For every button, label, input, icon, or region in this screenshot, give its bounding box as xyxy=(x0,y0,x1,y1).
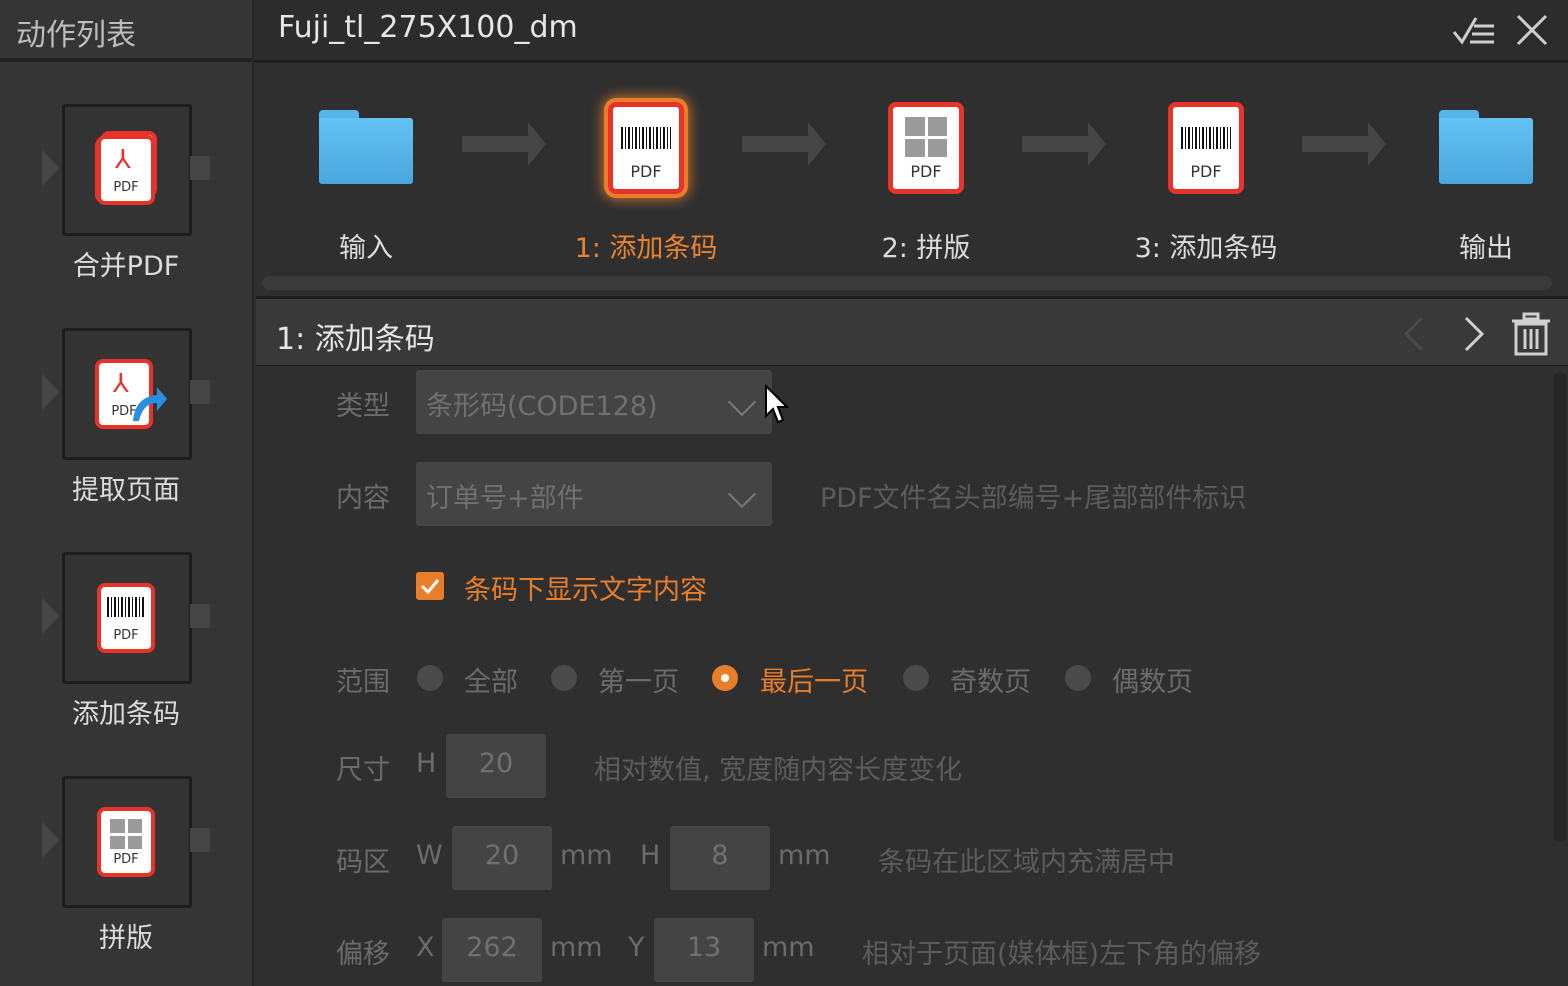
barcode-content-select[interactable]: 订单号+部件 xyxy=(416,462,772,526)
output-port xyxy=(190,828,210,852)
flow-arrow xyxy=(462,122,546,166)
output-port xyxy=(190,380,210,404)
select-value: 订单号+部件 xyxy=(426,483,584,514)
unit-label: mm xyxy=(762,932,815,963)
size-hint: 相对数值, 宽度随内容长度变化 xyxy=(594,755,963,786)
input-port xyxy=(42,822,60,858)
unit-label: mm xyxy=(550,932,603,963)
folder-icon xyxy=(319,110,413,184)
show-text-label[interactable]: 条码下显示文字内容 xyxy=(464,568,707,607)
mouse-cursor-icon xyxy=(765,384,790,424)
range-label: 范围 xyxy=(336,667,390,698)
checkmark-icon xyxy=(420,579,440,595)
range-option-label[interactable]: 偶数页 xyxy=(1112,660,1193,699)
sidebar-divider xyxy=(0,58,252,62)
input-port xyxy=(42,598,60,634)
area-w-input[interactable]: 20 xyxy=(452,826,552,890)
action-imposition[interactable]: PDF 拼版 xyxy=(0,776,252,976)
step-settings-header xyxy=(256,296,1568,368)
content-label: 内容 xyxy=(336,483,390,514)
range-radio-last-page[interactable] xyxy=(712,665,738,691)
flow-arrow xyxy=(1302,122,1386,166)
step-settings-title: 1: 添加条码 xyxy=(276,322,435,357)
area-h-label: H xyxy=(640,840,661,871)
action-merge-pdf[interactable]: ⅄ PDF 合并PDF xyxy=(0,104,252,304)
chevron-right-icon[interactable] xyxy=(1458,316,1488,352)
workflow-scrollbar[interactable] xyxy=(262,276,1552,290)
content-hint: PDF文件名头部编号+尾部部件标识 xyxy=(820,483,1247,514)
add-barcode-icon: PDF xyxy=(608,102,684,194)
action-tile[interactable]: ⅄ PDF xyxy=(62,104,192,236)
offset-x-input[interactable]: 262 xyxy=(442,918,542,982)
workflow-title: Fuji_tl_275X100_dm xyxy=(278,10,578,45)
unit-label: mm xyxy=(560,840,613,871)
step-label: 2: 拼版 xyxy=(881,233,971,264)
range-option-label[interactable]: 第一页 xyxy=(598,660,679,699)
trash-icon[interactable] xyxy=(1510,312,1552,356)
show-text-checkbox[interactable] xyxy=(416,572,444,600)
size-h-input[interactable]: 20 xyxy=(446,734,546,798)
offset-label: 偏移 xyxy=(336,939,390,970)
area-h-input[interactable]: 8 xyxy=(670,826,770,890)
size-h-label: H xyxy=(416,748,437,779)
area-w-label: W xyxy=(416,840,443,871)
area-label: 码区 xyxy=(336,847,390,878)
output-port xyxy=(190,604,210,628)
range-option-label[interactable]: 奇数页 xyxy=(950,660,1031,699)
flow-arrow xyxy=(1022,122,1106,166)
chevron-left-icon[interactable] xyxy=(1400,316,1430,352)
range-radio-all[interactable] xyxy=(417,665,443,691)
offset-y-label: Y xyxy=(628,932,645,963)
input-port xyxy=(42,374,60,410)
action-extract-pages[interactable]: ⅄ PDF 提取页面 xyxy=(0,328,252,528)
action-add-barcode[interactable]: PDF 添加条码 xyxy=(0,552,252,752)
step-label: 1: 添加条码 xyxy=(574,233,718,264)
close-icon[interactable] xyxy=(1514,12,1550,48)
folder-icon xyxy=(1439,110,1533,184)
range-option-label[interactable]: 最后一页 xyxy=(760,660,868,699)
action-label: 提取页面 xyxy=(72,475,180,506)
settings-scrollbar[interactable] xyxy=(1554,372,1566,842)
add-barcode-icon: PDF xyxy=(1168,102,1244,194)
imposition-icon: PDF xyxy=(888,102,964,194)
size-label: 尺寸 xyxy=(336,755,390,786)
offset-y-input[interactable]: 13 xyxy=(654,918,754,982)
barcode-type-select[interactable]: 条形码(CODE128) xyxy=(416,370,772,434)
type-label: 类型 xyxy=(336,391,390,422)
flow-arrow xyxy=(742,122,826,166)
chevron-down-icon xyxy=(727,387,757,417)
range-option-label[interactable]: 全部 xyxy=(464,660,518,699)
step-label: 输入 xyxy=(339,233,393,264)
offset-x-label: X xyxy=(416,932,435,963)
offset-hint: 相对于页面(媒体框)左下角的偏移 xyxy=(862,939,1262,970)
action-tile[interactable]: ⅄ PDF xyxy=(62,328,192,460)
area-hint: 条码在此区域内充满居中 xyxy=(878,847,1175,878)
action-label: 合并PDF xyxy=(72,251,180,282)
sidebar-title: 动作列表 xyxy=(16,18,136,53)
chevron-down-icon xyxy=(727,479,757,509)
checklist-icon[interactable] xyxy=(1452,14,1496,46)
action-label: 拼版 xyxy=(99,923,153,954)
step-label: 3: 添加条码 xyxy=(1134,233,1278,264)
output-port xyxy=(190,156,210,180)
unit-label: mm xyxy=(778,840,831,871)
range-radio-first-page[interactable] xyxy=(551,665,577,691)
action-tile[interactable]: PDF xyxy=(62,552,192,684)
select-value: 条形码(CODE128) xyxy=(426,391,658,422)
range-radio-odd-pages[interactable] xyxy=(903,665,929,691)
input-port xyxy=(42,150,60,186)
action-label: 添加条码 xyxy=(72,699,180,730)
step-label: 输出 xyxy=(1459,233,1513,264)
range-radio-even-pages[interactable] xyxy=(1065,665,1091,691)
action-tile[interactable]: PDF xyxy=(62,776,192,908)
